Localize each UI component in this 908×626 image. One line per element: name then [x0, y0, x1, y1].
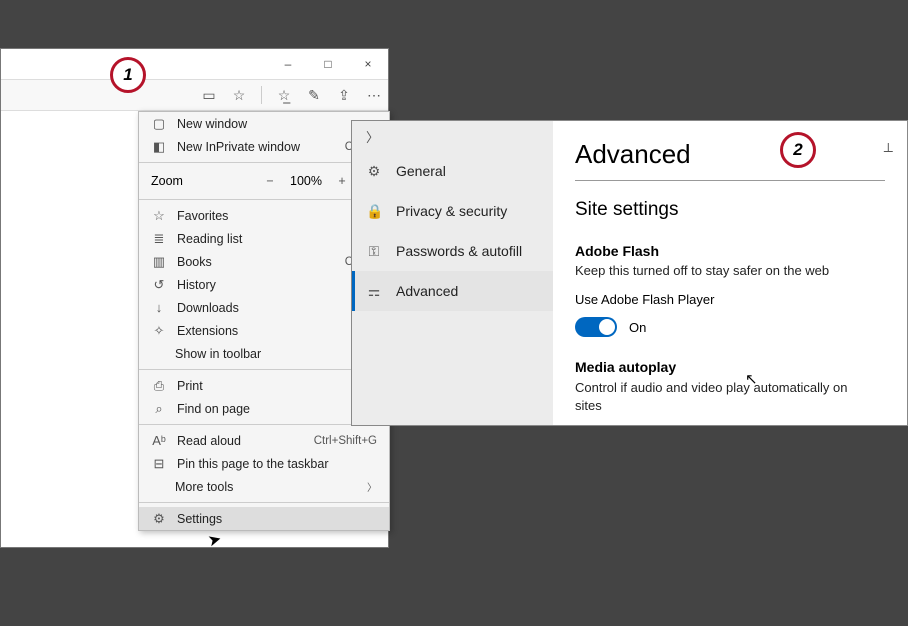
divider	[575, 180, 885, 181]
reading-view-icon[interactable]: ▭	[201, 87, 217, 103]
window-icon: ▢	[151, 116, 167, 132]
menu-label: Find on page	[177, 402, 377, 416]
sidebar-item-general[interactable]: ⚙ General	[352, 151, 553, 191]
print-icon: ⎙	[151, 378, 167, 394]
zoom-value: 100%	[287, 174, 325, 188]
sidebar-label: Privacy & security	[396, 203, 507, 219]
back-button[interactable]: 〉	[352, 121, 553, 151]
settings-panel: 〉 ⚙ General 🔒 Privacy & security ⚿ Passw…	[351, 120, 908, 426]
menu-separator	[139, 502, 389, 503]
sidebar-label: Passwords & autofill	[396, 243, 522, 259]
page-title: Advanced	[575, 139, 885, 170]
flash-toggle-row: On	[575, 317, 885, 337]
share-icon[interactable]: ⇪	[336, 87, 352, 103]
sidebar-item-privacy[interactable]: 🔒 Privacy & security	[352, 191, 553, 231]
menu-label: Reading list	[177, 232, 377, 246]
menu-more-tools[interactable]: More tools 〉	[139, 475, 389, 498]
toggle-state-label: On	[629, 320, 646, 335]
gear-icon: ⚙	[366, 163, 382, 180]
step-badge-2: 2	[780, 132, 816, 168]
sidebar-item-passwords[interactable]: ⚿ Passwords & autofill	[352, 231, 553, 271]
find-icon: ⌕	[151, 401, 167, 417]
flash-toggle-label: Use Adobe Flash Player	[575, 292, 885, 307]
pin-panel-button[interactable]: ⟂	[884, 139, 893, 156]
favorites-icon: ☆	[151, 208, 167, 224]
key-icon: ⚿	[366, 243, 382, 260]
toggle-knob	[599, 319, 615, 335]
zoom-out-button[interactable]: −	[261, 174, 279, 188]
chevron-right-icon: 〉	[366, 127, 379, 146]
inprivate-icon: ◧	[151, 139, 167, 155]
extensions-icon: ✧	[151, 323, 167, 339]
read-aloud-icon: Aᵇ	[151, 433, 167, 448]
menu-label: Favorites	[177, 209, 377, 223]
menu-settings[interactable]: ⚙ Settings	[139, 507, 389, 530]
toolbar: ▭ ☆ ☆̲ ✎ ⇪ ⋯	[1, 79, 388, 111]
menu-label: Settings	[177, 512, 377, 526]
pin-icon: ⊟	[151, 456, 167, 472]
flash-toggle[interactable]	[575, 317, 617, 337]
menu-label: Pin this page to the taskbar	[177, 457, 377, 471]
gear-icon: ⚙	[151, 511, 167, 527]
books-icon: ▥	[151, 254, 167, 270]
menu-shortcut: Ctrl+Shift+G	[314, 435, 377, 447]
browser-window: – □ × ▭ ☆ ☆̲ ✎ ⇪ ⋯ ▢ New window ◧ New In…	[0, 48, 389, 548]
settings-main: ⟂ Advanced Site settings Adobe Flash Kee…	[553, 121, 907, 425]
section-heading: Site settings	[575, 199, 885, 221]
flash-description: Keep this turned off to stay safer on th…	[575, 263, 885, 278]
menu-label: Extensions	[177, 324, 377, 338]
menu-label: Downloads	[177, 301, 377, 315]
menu-label: Show in toolbar	[175, 347, 357, 361]
favorites-hub-icon[interactable]: ☆̲	[276, 87, 292, 103]
zoom-in-button[interactable]: +	[333, 174, 351, 188]
maximize-button[interactable]: □	[308, 49, 348, 79]
titlebar: – □ ×	[1, 49, 388, 79]
notes-icon[interactable]: ✎	[306, 87, 322, 103]
menu-label: Print	[177, 379, 377, 393]
menu-label: More tools	[175, 480, 357, 494]
step-badge-1: 1	[110, 57, 146, 93]
flash-heading: Adobe Flash	[575, 243, 885, 259]
sidebar-item-advanced[interactable]: ⚎ Advanced	[352, 271, 553, 311]
menu-label: Read aloud	[177, 434, 304, 448]
sliders-icon: ⚎	[366, 283, 382, 300]
zoom-label: Zoom	[151, 174, 253, 188]
lock-icon: 🔒	[366, 203, 382, 220]
favorite-star-icon[interactable]: ☆	[231, 87, 247, 103]
reading-list-icon: ≣	[151, 231, 167, 247]
settings-sidebar: 〉 ⚙ General 🔒 Privacy & security ⚿ Passw…	[352, 121, 553, 425]
more-menu-icon[interactable]: ⋯	[366, 87, 382, 103]
toolbar-separator	[261, 86, 262, 104]
menu-label: History	[177, 278, 377, 292]
menu-pin-taskbar[interactable]: ⊟ Pin this page to the taskbar	[139, 452, 389, 475]
menu-label: New InPrivate window	[177, 140, 335, 154]
history-icon: ↺	[151, 277, 167, 293]
menu-label: Books	[177, 255, 335, 269]
media-description: Control if audio and video play automati…	[575, 379, 875, 414]
menu-read-aloud[interactable]: Aᵇ Read aloud Ctrl+Shift+G	[139, 429, 389, 452]
sidebar-label: General	[396, 163, 446, 179]
menu-label: New window	[177, 117, 377, 131]
chevron-right-icon: 〉	[367, 479, 377, 494]
minimize-button[interactable]: –	[268, 49, 308, 79]
downloads-icon: ↓	[151, 300, 167, 315]
media-heading: Media autoplay	[575, 359, 885, 375]
sidebar-label: Advanced	[396, 283, 458, 299]
close-button[interactable]: ×	[348, 49, 388, 79]
